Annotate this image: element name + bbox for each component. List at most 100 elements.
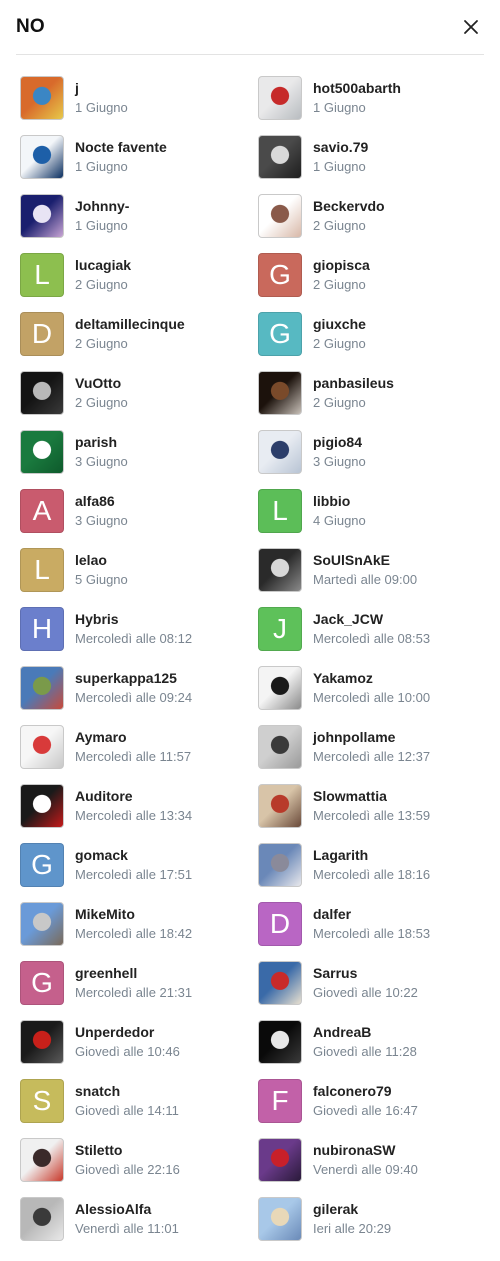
voter-name[interactable]: alfa86	[75, 493, 128, 509]
voter-item[interactable]: pigio84 3 Giugno	[258, 430, 496, 489]
avatar[interactable]: S	[20, 1079, 64, 1123]
avatar[interactable]	[20, 1197, 64, 1241]
avatar[interactable]: A	[20, 489, 64, 533]
voter-name[interactable]: lelao	[75, 552, 128, 568]
avatar[interactable]	[258, 135, 302, 179]
voter-item[interactable]: J Jack_JCW Mercoledì alle 08:53	[258, 607, 496, 666]
voter-item[interactable]: Llibbio 4 Giugno	[258, 489, 496, 548]
voter-item[interactable]: Lagarith Mercoledì alle 18:16	[258, 843, 496, 902]
voter-name[interactable]: Stiletto	[75, 1142, 180, 1158]
avatar[interactable]	[258, 666, 302, 710]
avatar[interactable]	[258, 76, 302, 120]
voter-name[interactable]: VuOtto	[75, 375, 128, 391]
avatar[interactable]	[258, 725, 302, 769]
avatar[interactable]	[258, 371, 302, 415]
voter-item[interactable]: Unperdedor Giovedì alle 10:46	[20, 1020, 258, 1079]
voter-name[interactable]: dalfer	[313, 906, 430, 922]
voter-name[interactable]: superkappa125	[75, 670, 192, 686]
voter-item[interactable]: Ssnatch Giovedì alle 14:11	[20, 1079, 258, 1138]
avatar[interactable]	[20, 666, 64, 710]
voter-item[interactable]: H Hybris Mercoledì alle 08:12	[20, 607, 258, 666]
avatar[interactable]	[20, 1138, 64, 1182]
avatar[interactable]	[20, 902, 64, 946]
avatar[interactable]: D	[258, 902, 302, 946]
avatar[interactable]	[258, 194, 302, 238]
avatar[interactable]	[258, 961, 302, 1005]
avatar[interactable]	[20, 76, 64, 120]
avatar[interactable]: G	[20, 961, 64, 1005]
voter-item[interactable]: Ffalconero79 Giovedì alle 16:47	[258, 1079, 496, 1138]
avatar[interactable]	[258, 1138, 302, 1182]
voter-item[interactable]: johnpollame Mercoledì alle 12:37	[258, 725, 496, 784]
voter-name[interactable]: j	[75, 80, 128, 96]
avatar[interactable]	[258, 784, 302, 828]
voter-name[interactable]: panbasileus	[313, 375, 394, 391]
voter-name[interactable]: SoUlSnAkE	[313, 552, 417, 568]
voter-name[interactable]: Unperdedor	[75, 1024, 180, 1040]
voter-item[interactable]: Ggiuxche 2 Giugno	[258, 312, 496, 371]
avatar[interactable]	[258, 843, 302, 887]
voter-name[interactable]: lucagiak	[75, 257, 131, 273]
avatar[interactable]	[258, 1197, 302, 1241]
voter-name[interactable]: pigio84	[313, 434, 366, 450]
avatar[interactable]	[20, 784, 64, 828]
voter-name[interactable]: savio.79	[313, 139, 368, 155]
voter-name[interactable]: Yakamoz	[313, 670, 430, 686]
voter-name[interactable]: gomack	[75, 847, 192, 863]
voter-item[interactable]: Aymaro Mercoledì alle 11:57	[20, 725, 258, 784]
voter-item[interactable]: savio.79 1 Giugno	[258, 135, 496, 194]
voter-item[interactable]: AlessioAlfa Venerdì alle 11:01	[20, 1197, 258, 1256]
voter-name[interactable]: AlessioAlfa	[75, 1201, 179, 1217]
avatar[interactable]	[20, 194, 64, 238]
voter-item[interactable]: MikeMito Mercoledì alle 18:42	[20, 902, 258, 961]
voter-item[interactable]: Auditore Mercoledì alle 13:34	[20, 784, 258, 843]
voter-item[interactable]: Sarrus Giovedì alle 10:22	[258, 961, 496, 1020]
voter-item[interactable]: superkappa125 Mercoledì alle 09:24	[20, 666, 258, 725]
voter-name[interactable]: Auditore	[75, 788, 192, 804]
close-button[interactable]	[460, 16, 482, 38]
avatar[interactable]: L	[20, 253, 64, 297]
voter-name[interactable]: Beckervdo	[313, 198, 385, 214]
avatar[interactable]	[20, 135, 64, 179]
voter-item[interactable]: VuOtto 2 Giugno	[20, 371, 258, 430]
voter-item[interactable]: hot500abarth 1 Giugno	[258, 76, 496, 135]
voter-name[interactable]: Aymaro	[75, 729, 191, 745]
avatar[interactable]	[20, 1020, 64, 1064]
voter-item[interactable]: j 1 Giugno	[20, 76, 258, 135]
avatar[interactable]	[20, 371, 64, 415]
voter-name[interactable]: Hybris	[75, 611, 192, 627]
voter-name[interactable]: Sarrus	[313, 965, 418, 981]
avatar[interactable]	[258, 430, 302, 474]
voter-item[interactable]: Ggomack Mercoledì alle 17:51	[20, 843, 258, 902]
voter-name[interactable]: libbio	[313, 493, 366, 509]
avatar[interactable]	[20, 725, 64, 769]
avatar[interactable]	[20, 430, 64, 474]
avatar[interactable]: G	[20, 843, 64, 887]
voter-name[interactable]: Jack_JCW	[313, 611, 430, 627]
voter-item[interactable]: Llelao 5 Giugno	[20, 548, 258, 607]
voter-item[interactable]: Nocte favente 1 Giugno	[20, 135, 258, 194]
voter-name[interactable]: johnpollame	[313, 729, 430, 745]
voter-item[interactable]: Ddalfer Mercoledì alle 18:53	[258, 902, 496, 961]
voter-item[interactable]: Johnny- 1 Giugno	[20, 194, 258, 253]
voter-name[interactable]: Nocte favente	[75, 139, 167, 155]
voter-item[interactable]: panbasileus 2 Giugno	[258, 371, 496, 430]
voter-name[interactable]: giopisca	[313, 257, 370, 273]
voter-item[interactable]: Aalfa86 3 Giugno	[20, 489, 258, 548]
avatar[interactable]: D	[20, 312, 64, 356]
voter-item[interactable]: Beckervdo 2 Giugno	[258, 194, 496, 253]
voter-item[interactable]: Stiletto Giovedì alle 22:16	[20, 1138, 258, 1197]
voter-name[interactable]: parish	[75, 434, 128, 450]
voter-name[interactable]: snatch	[75, 1083, 179, 1099]
voter-name[interactable]: AndreaB	[313, 1024, 417, 1040]
voter-name[interactable]: MikeMito	[75, 906, 192, 922]
avatar[interactable]: L	[258, 489, 302, 533]
avatar[interactable]: L	[20, 548, 64, 592]
voter-name[interactable]: giuxche	[313, 316, 366, 332]
voter-name[interactable]: Johnny-	[75, 198, 129, 214]
voter-item[interactable]: Yakamoz Mercoledì alle 10:00	[258, 666, 496, 725]
voter-item[interactable]: Ddeltamillecinque 2 Giugno	[20, 312, 258, 371]
voter-name[interactable]: falconero79	[313, 1083, 418, 1099]
avatar[interactable]	[258, 548, 302, 592]
avatar[interactable]: F	[258, 1079, 302, 1123]
